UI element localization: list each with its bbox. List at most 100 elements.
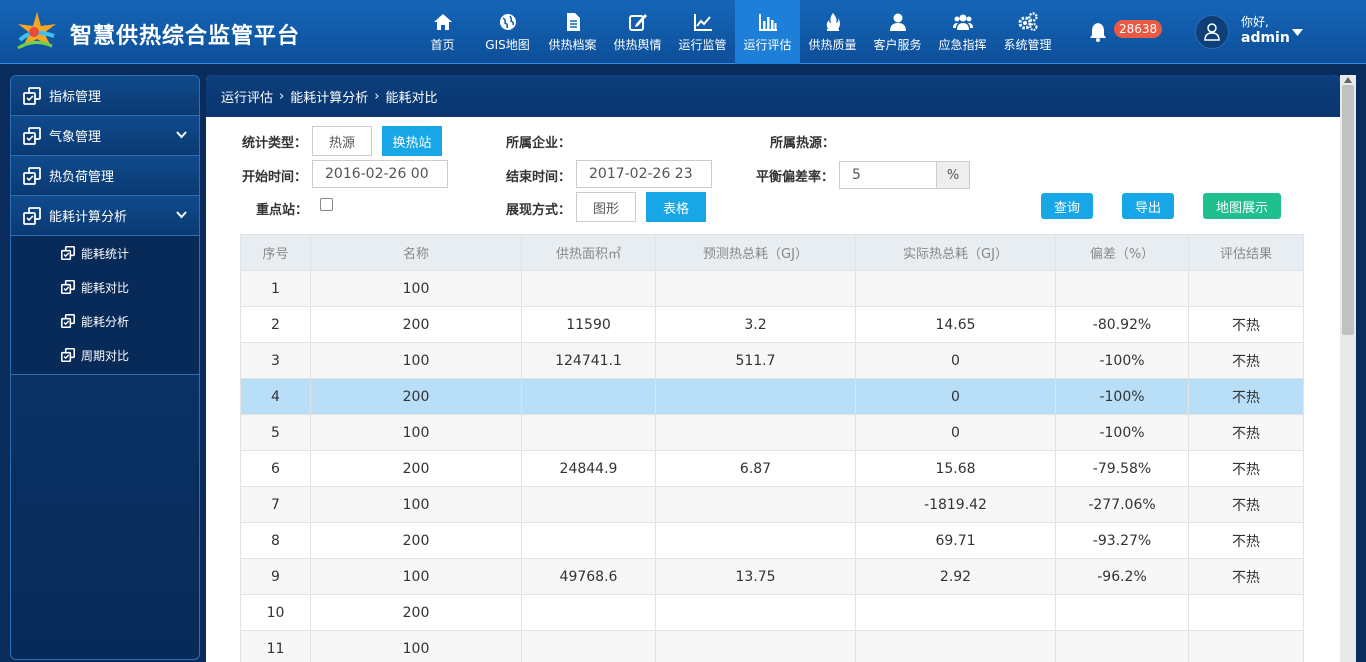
sidebar-item-weather-management[interactable]: 气象管理	[11, 116, 199, 156]
stat-type-station-button[interactable]: 换热站	[382, 126, 442, 156]
breadcrumb-item: 能耗对比	[385, 90, 438, 106]
query-button[interactable]: 查询	[1041, 193, 1093, 219]
breadcrumb: 运行评估 › 能耗计算分析 › 能耗对比	[206, 75, 1340, 117]
stat-type-heat-source-button[interactable]: 热源	[312, 126, 372, 156]
sidebar-item-energy-analysis[interactable]: 能耗计算分析	[11, 196, 199, 236]
column-header[interactable]: 预测热总耗（GJ）	[655, 234, 856, 271]
table-cell: 200	[310, 594, 522, 631]
caret-down-icon[interactable]	[1292, 29, 1303, 36]
nav-customer-service[interactable]: 客户服务	[865, 0, 930, 64]
table-cell	[521, 522, 656, 559]
bell-icon[interactable]	[1089, 22, 1107, 42]
table-cell: -80.92%	[1055, 306, 1189, 343]
copy-icon	[61, 348, 75, 362]
sidebar-item-indicator-management[interactable]: 指标管理	[11, 76, 199, 116]
copy-icon	[61, 246, 75, 260]
column-header[interactable]: 序号	[240, 234, 311, 271]
table-cell	[655, 270, 856, 307]
table-cell: 511.7	[655, 342, 856, 379]
column-header[interactable]: 偏差（%）	[1055, 234, 1189, 271]
display-table-button[interactable]: 表格	[646, 192, 706, 222]
end-time-label: 结束时间：	[506, 170, 572, 185]
sidebar-subitem-energy-analysis[interactable]: 能耗分析	[11, 304, 199, 338]
table-row[interactable]: 9 100 49768.6 13.75 2.92 -96.2% 不热	[240, 558, 1304, 595]
table-cell	[655, 486, 856, 523]
sidebar-item-heat-load-management[interactable]: 热负荷管理	[11, 156, 199, 196]
table-cell: 6.87	[655, 450, 856, 487]
table-cell: 不热	[1188, 486, 1304, 523]
nav-system-management[interactable]: 系统管理	[995, 0, 1060, 64]
page-scrollbar[interactable]	[1340, 75, 1356, 662]
table-row[interactable]: 4 200 0 -100% 不热	[240, 378, 1304, 415]
display-mode-label: 展现方式：	[506, 203, 572, 218]
display-chart-button[interactable]: 图形	[576, 192, 636, 222]
table-row[interactable]: 8 200 69.71 -93.27% 不热	[240, 522, 1304, 559]
table-cell	[655, 630, 856, 662]
table-cell: 不热	[1188, 522, 1304, 559]
export-button[interactable]: 导出	[1122, 193, 1174, 219]
end-time-input[interactable]: 2017-02-26 23	[576, 160, 712, 188]
stat-type-label: 统计类型：	[242, 136, 308, 151]
column-header[interactable]: 评估结果	[1188, 234, 1304, 271]
table-cell: 13.75	[655, 558, 856, 595]
table-cell	[1055, 594, 1189, 631]
nav-operation-monitor[interactable]: 运行监管	[670, 0, 735, 64]
sidebar-item-label: 指标管理	[49, 90, 102, 105]
table-row[interactable]: 7 100 -1819.42 -277.06% 不热	[240, 486, 1304, 523]
breadcrumb-item[interactable]: 运行评估	[221, 87, 273, 106]
deviation-input[interactable]: 5	[839, 161, 937, 189]
start-time-input[interactable]: 2016-02-26 00	[312, 160, 448, 188]
sidebar-item-label: 气象管理	[49, 130, 102, 145]
column-header[interactable]: 供热面积㎡	[521, 234, 656, 271]
breadcrumb-item[interactable]: 能耗计算分析	[290, 87, 368, 106]
energy-comparison-table: 序号 名称 供热面积㎡ 预测热总耗（GJ） 实际热总耗（GJ） 偏差（%） 评估…	[240, 234, 1304, 662]
breadcrumb-separator: ›	[374, 88, 380, 104]
table-cell	[521, 378, 656, 415]
column-header[interactable]: 名称	[310, 234, 522, 271]
avatar[interactable]	[1195, 15, 1229, 49]
sidebar-item-label: 热负荷管理	[49, 170, 115, 185]
table-row[interactable]: 3 100 124741.1 511.7 0 -100% 不热	[240, 342, 1304, 379]
globe-icon	[499, 13, 516, 30]
table-row[interactable]: 11 100	[240, 630, 1304, 662]
nav-home[interactable]: 首页	[410, 0, 475, 64]
nav-heating-archive[interactable]: 供热档案	[540, 0, 605, 64]
sidebar-subitem-energy-comparison[interactable]: 能耗对比	[11, 270, 199, 304]
table-cell: 6	[240, 450, 311, 487]
flame-icon	[826, 12, 840, 31]
key-station-label: 重点站：	[256, 203, 309, 218]
table-cell: 200	[310, 306, 522, 343]
nav-label: 供热档案	[548, 37, 597, 52]
nav-heating-quality[interactable]: 供热质量	[800, 0, 865, 64]
table-row[interactable]: 6 200 24844.9 6.87 15.68 -79.58% 不热	[240, 450, 1304, 487]
notification-badge[interactable]: 28638	[1114, 20, 1163, 38]
nav-public-opinion[interactable]: 供热舆情	[605, 0, 670, 64]
table-row[interactable]: 10 200	[240, 594, 1304, 631]
table-cell	[655, 522, 856, 559]
brand-title: 智慧供热综合监管平台	[70, 24, 301, 49]
copy-icon	[23, 166, 41, 185]
nav-emergency-command[interactable]: 应急指挥	[930, 0, 995, 64]
table-row[interactable]: 1 100	[240, 270, 1304, 307]
sidebar-subitem-energy-statistics[interactable]: 能耗统计	[11, 236, 199, 270]
key-station-checkbox[interactable]	[320, 198, 333, 211]
nav-label: 客户服务	[873, 37, 922, 52]
nav-gis-map[interactable]: GIS地图	[475, 0, 540, 64]
table-cell: 5	[240, 414, 311, 451]
nav-operation-evaluation[interactable]: 运行评估	[735, 0, 800, 64]
table-row[interactable]: 2 200 11590 3.2 14.65 -80.92% 不热	[240, 306, 1304, 343]
sidebar: 指标管理 气象管理 热负荷管理 能耗计算分析 能耗统计 能耗对比 能耗分析 周期…	[10, 75, 200, 660]
table-cell: 100	[310, 270, 522, 307]
table-cell: 0	[855, 378, 1056, 415]
scroll-thumb[interactable]	[1342, 85, 1354, 335]
column-header[interactable]: 实际热总耗（GJ）	[855, 234, 1056, 271]
map-display-button[interactable]: 地图展示	[1203, 193, 1281, 219]
username[interactable]: admin	[1241, 30, 1290, 46]
table-cell	[855, 630, 1056, 662]
scroll-up-arrow-icon[interactable]	[1344, 77, 1352, 83]
sidebar-subitem-period-comparison[interactable]: 周期对比	[11, 338, 199, 372]
table-cell: 100	[310, 342, 522, 379]
table-row[interactable]: 5 100 0 -100% 不热	[240, 414, 1304, 451]
table-cell	[655, 594, 856, 631]
table-cell: 不热	[1188, 450, 1304, 487]
